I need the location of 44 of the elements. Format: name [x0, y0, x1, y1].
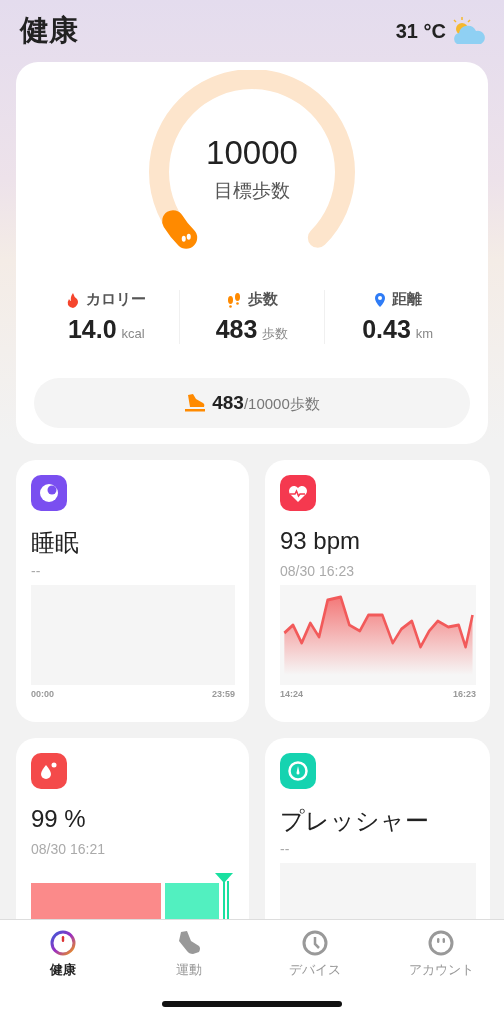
location-pin-icon: [373, 291, 386, 308]
step-goal: 10000: [206, 134, 298, 172]
axis-label: 23:59: [211, 689, 235, 699]
card-title: 93 bpm: [280, 527, 362, 556]
tab[interactable]: 健康: [0, 929, 126, 979]
card-title: プレッシャー: [280, 806, 430, 835]
stat-label: 距離: [391, 290, 422, 309]
axis-label: 14:24: [280, 689, 304, 699]
shoe-icon: [184, 393, 207, 413]
health-card[interactable]: 99 % 08/30 16:21: [16, 738, 249, 919]
card-subtitle: 08/30 16:21: [31, 841, 106, 859]
card-title: 99 %: [31, 805, 87, 834]
card-title: 睡眠: [31, 528, 80, 557]
temperature: 31 °C: [395, 19, 446, 43]
stat-value: 14.0: [67, 315, 117, 344]
gauge-icon: [280, 753, 316, 789]
card-subtitle: 08/30 16:23: [280, 563, 355, 581]
flame-icon: [66, 291, 81, 308]
page-title: 健康: [20, 13, 78, 48]
blood-drop-icon: [31, 753, 67, 789]
goal-label: 目標歩数: [214, 179, 290, 203]
moon-icon: [31, 475, 67, 511]
health-card[interactable]: 睡眠 -- 00:00 23:59: [16, 460, 249, 722]
stat-value: 0.43: [362, 315, 411, 344]
health-card[interactable]: 93 bpm 08/30 16:23 14:24 16:23: [265, 460, 490, 722]
footprints-icon: [181, 233, 191, 242]
axis-label: 00:00: [31, 689, 55, 699]
stat-label: 歩数: [248, 290, 278, 309]
health-card[interactable]: プレッシャー --: [265, 738, 490, 919]
stat-unit: kcal: [121, 326, 145, 341]
ring-icon: [49, 929, 77, 957]
steps-progress-text: 483/10000歩数: [212, 392, 320, 414]
card-subtitle: --: [31, 563, 42, 581]
heart-rate-icon: [280, 475, 316, 511]
clock-icon: [301, 929, 329, 957]
stat-label: カロリー: [86, 290, 147, 309]
stat-unit: km: [415, 326, 434, 341]
footprints-icon: [226, 291, 242, 308]
face-icon: [427, 929, 455, 957]
steps-card[interactable]: 10000 目標歩数 カロリー 14.0 kcal 歩数 483 歩数 距離 0.43 km 483/10000歩数: [16, 62, 488, 444]
stat-unit: 歩数: [262, 325, 289, 343]
stat-value: 483: [215, 315, 258, 344]
card-subtitle: --: [280, 841, 291, 859]
axis-label: 16:23: [452, 689, 476, 699]
